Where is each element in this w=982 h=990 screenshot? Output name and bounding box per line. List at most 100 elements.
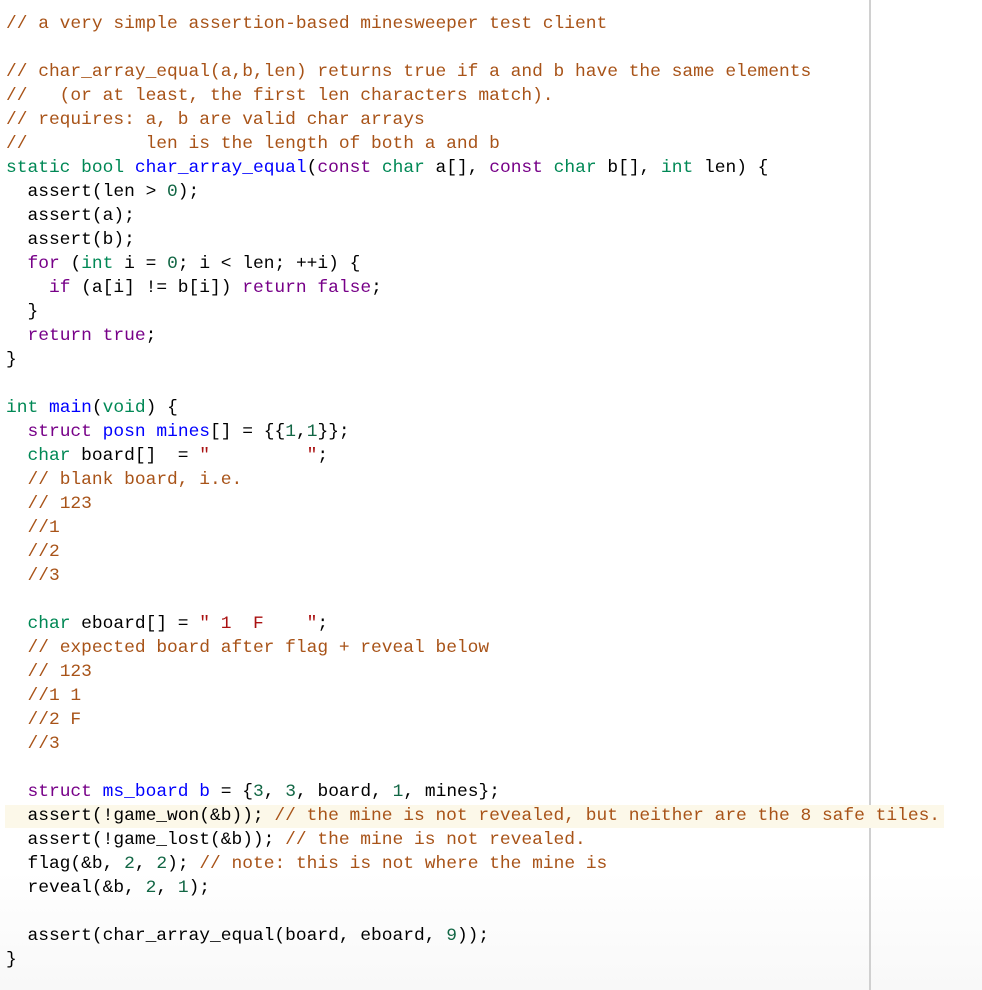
code-line[interactable]: } [6, 948, 940, 972]
code-line[interactable]: // 123 [6, 492, 940, 516]
code-line[interactable]: char eboard[] = " 1 F "; [6, 612, 940, 636]
code-line[interactable]: //1 1 [6, 684, 940, 708]
type-token: int [6, 398, 39, 418]
code-line[interactable]: // expected board after flag + reveal be… [6, 636, 940, 660]
type-token: int [661, 158, 694, 178]
code-line[interactable]: ​ [6, 372, 940, 396]
number-token: 1 [392, 782, 404, 802]
comment-token: // (or at least, the first len character… [6, 86, 554, 106]
plain-token: , board, [295, 782, 393, 802]
plain-token: len) { [693, 158, 769, 178]
code-line[interactable]: reveal(&b, 2, 1); [6, 876, 940, 900]
number-token: 0 [167, 254, 178, 274]
type-token: void [102, 398, 146, 418]
code-line[interactable]: assert(!game_won(&b)); // the mine is no… [4, 804, 945, 828]
code-line[interactable]: if (a[i] != b[i]) return false; [6, 276, 940, 300]
plain-token: , [134, 854, 157, 874]
code-line[interactable]: flag(&b, 2, 2); // note: this is not whe… [6, 852, 940, 876]
code-editor[interactable]: // a very simple assertion-based mineswe… [0, 0, 982, 990]
code-line[interactable]: int main(void) { [6, 396, 940, 420]
code-line[interactable]: //2 [6, 540, 940, 564]
code-line[interactable]: struct posn mines[] = {{1,1}}; [6, 420, 940, 444]
code-line[interactable]: //3 [6, 564, 940, 588]
code-line[interactable]: //3 [6, 732, 940, 756]
keyword-token: struct [27, 782, 92, 802]
code-line[interactable]: char board[] = " "; [6, 444, 940, 468]
atom-token: true [102, 326, 146, 346]
code-line[interactable]: ​ [6, 36, 940, 60]
type-token: static [6, 158, 71, 178]
code-line[interactable]: assert(a); [6, 204, 940, 228]
type-token: bool [81, 158, 125, 178]
comment-token: //3 [27, 566, 60, 586]
def-token: posn [102, 422, 146, 442]
code-line[interactable]: // char_array_equal(a,b,len) returns tru… [6, 60, 940, 84]
code-line[interactable]: ​ [6, 756, 940, 780]
code-line[interactable]: static bool char_array_equal(const char … [6, 156, 940, 180]
comment-token: //2 F [27, 710, 82, 730]
code-line[interactable]: // requires: a, b are valid char arrays [6, 108, 940, 132]
comment-token: //1 [27, 518, 60, 538]
keyword-token: const [489, 158, 543, 178]
code-line[interactable]: //2 F [6, 708, 940, 732]
def-token: char_array_equal [134, 158, 307, 178]
code-line[interactable]: } [6, 348, 940, 372]
code-line[interactable]: assert(char_array_equal(board, eboard, 9… [6, 924, 940, 948]
code-line[interactable]: struct ms_board b = {3, 3, board, 1, min… [6, 780, 940, 804]
code-line[interactable]: // a very simple assertion-based mineswe… [6, 12, 940, 36]
plain-token: b[], [596, 158, 662, 178]
type-token: int [81, 254, 114, 274]
code-line[interactable]: assert(b); [6, 228, 940, 252]
def-token: mines [156, 422, 211, 442]
code-line[interactable]: // 123 [6, 660, 940, 684]
comment-token: // 123 [27, 662, 92, 682]
plain-token: [] = {{ [210, 422, 286, 442]
plain-token: } [6, 350, 17, 370]
plain-token: ( [306, 158, 318, 178]
code-area[interactable]: // a very simple assertion-based mineswe… [4, 12, 945, 972]
code-line[interactable]: for (int i = 0; i < len; ++i) { [6, 252, 940, 276]
code-line[interactable]: ​ [6, 588, 940, 612]
code-line[interactable]: return true; [6, 324, 940, 348]
comment-token: //2 [27, 542, 60, 562]
code-line[interactable]: } [6, 300, 940, 324]
comment-token: // note: this is not where the mine is [199, 854, 608, 874]
plain-token: } [6, 302, 39, 322]
comment-token: // a very simple assertion-based mineswe… [6, 14, 608, 34]
code-line[interactable]: assert(len > 0); [6, 180, 940, 204]
plain-token: eboard[] = [70, 614, 200, 634]
code-line[interactable]: ​ [6, 900, 940, 924]
plain-token: , mines}; [403, 782, 501, 802]
keyword-token: const [317, 158, 372, 178]
comment-token: // the mine is not revealed, but neither… [274, 806, 941, 826]
type-token: char [27, 446, 71, 466]
number-token: 0 [167, 182, 178, 202]
code-line[interactable]: // len is the length of both a and b [6, 132, 940, 156]
code-line[interactable]: //1 [6, 516, 940, 540]
code-line[interactable]: assert(!game_lost(&b)); // the mine is n… [6, 828, 940, 852]
plain-token: ; [371, 278, 382, 298]
code-line[interactable]: // (or at least, the first len character… [6, 84, 940, 108]
number-token: 2 [145, 878, 157, 898]
plain-token: , [156, 878, 178, 898]
plain-token: , [263, 782, 286, 802]
code-line[interactable]: // blank board, i.e. [6, 468, 940, 492]
plain-token: assert(char_array_equal(board, eboard, [6, 926, 447, 946]
plain-token: ; [317, 446, 329, 466]
number-token: 1 [306, 422, 318, 442]
plain-token: ; [317, 614, 329, 634]
plain-token: ( [59, 254, 82, 274]
